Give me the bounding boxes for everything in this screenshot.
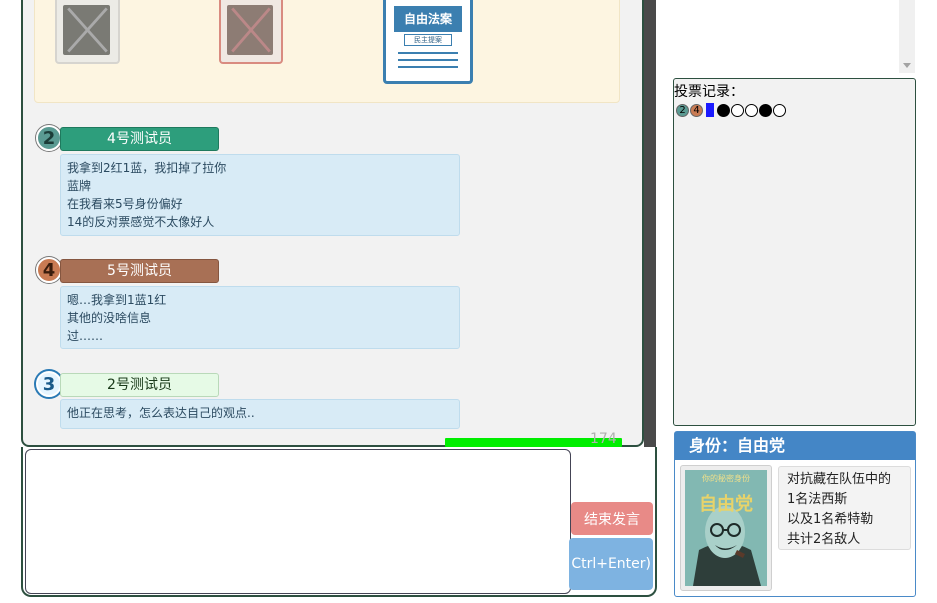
liberal-portrait-icon xyxy=(685,470,767,586)
seat-number-badge: 4 xyxy=(36,257,62,283)
vote-record-title: 投票记录： xyxy=(674,84,744,100)
speech-timer-label: 174 xyxy=(590,431,617,447)
speech-line: 14的反对票感觉不太像好人 xyxy=(67,215,215,229)
role-description: 对抗藏在队伍中的 1名法西斯 以及1名希特勒 共计2名敌人 xyxy=(778,466,911,550)
speech-bubble: 我拿到2红1蓝，我扣掉了拉你 蓝牌 在我看来5号身份偏好 14的反对票感觉不太像… xyxy=(60,154,460,236)
speaker-name: 5号测试员 xyxy=(60,259,219,283)
role-description-line: 共计2名敌人 xyxy=(787,532,861,547)
speaker-name: 2号测试员 xyxy=(60,373,219,397)
speech-line: 在我看来5号身份偏好 xyxy=(67,197,183,211)
cross-icon xyxy=(67,7,108,53)
vote-no-dot xyxy=(773,103,786,117)
input-panel: 结束发言 Ctrl+Enter) xyxy=(21,447,657,597)
speech-line: 过…… xyxy=(67,329,104,343)
game-panel: 自由法案 民主提案 2 4号测试员 我拿到2红1蓝，我扣掉了拉你 蓝牌 在我看来… xyxy=(21,0,644,447)
role-card-label: 自由党 xyxy=(699,494,753,515)
role-card: 你的秘密身份 自由党 xyxy=(680,465,772,591)
role-description-line: 对抗藏在队伍中的 xyxy=(787,472,892,487)
cross-icon xyxy=(231,7,271,53)
vote-no-dot xyxy=(745,103,758,117)
speech-bubble: 嗯…我拿到1蓝1红 其他的没啥信息 过…… xyxy=(60,286,460,349)
identity-panel: 身份：自由党 你的秘密身份 自由党 对抗藏在队伍中的 1名法西斯 以及1名希特勒… xyxy=(674,431,916,597)
policy-card-line xyxy=(398,52,458,54)
player-list-panel xyxy=(656,0,914,73)
policy-card-title: 自由法案 xyxy=(394,6,462,32)
chat-scrollbar[interactable] xyxy=(644,0,656,447)
policy-card-subtitle: 民主提案 xyxy=(404,34,452,46)
liberal-policy-card: 自由法案 民主提案 xyxy=(383,0,473,84)
fascist-policy-card-used xyxy=(55,0,120,64)
role-description-line: 以及1名希特勒 xyxy=(787,512,874,527)
speaker-name: 4号测试员 xyxy=(60,127,219,151)
policy-card-line xyxy=(398,59,458,61)
vote-seat-badge: 4 xyxy=(690,103,703,117)
end-speech-button[interactable]: 结束发言 xyxy=(571,502,653,535)
seat-number-badge: 3 xyxy=(36,371,62,397)
speech-input[interactable] xyxy=(25,449,571,594)
vote-no-dot xyxy=(731,103,744,117)
role-card-art: 你的秘密身份 自由党 xyxy=(685,470,767,586)
speech-line: 我拿到2红1蓝，我扣掉了拉你 xyxy=(67,161,227,175)
seat-number-badge: 2 xyxy=(36,125,62,151)
vote-record-panel: 投票记录： 2 4 xyxy=(673,78,916,426)
speech-line: 他正在思考，怎么表达自己的观点.. xyxy=(67,406,255,420)
vote-record-row: 2 4 xyxy=(676,102,786,118)
speech-line: 蓝牌 xyxy=(67,179,92,193)
policy-card-line xyxy=(398,66,458,68)
speech-bubble: 他正在思考，怎么表达自己的观点.. xyxy=(60,399,460,429)
speech-line: 嗯…我拿到1蓝1红 xyxy=(67,293,167,307)
role-description-line: 1名法西斯 xyxy=(787,492,848,507)
role-card-caption: 你的秘密身份 xyxy=(702,474,750,483)
vote-yes-dot xyxy=(717,103,730,117)
vote-marker xyxy=(706,103,714,117)
policy-area: 自由法案 民主提案 xyxy=(34,0,620,103)
identity-header: 身份：自由党 xyxy=(675,432,915,460)
vote-yes-dot xyxy=(759,103,772,117)
vote-seat-badge: 2 xyxy=(676,103,689,117)
send-button[interactable]: Ctrl+Enter) xyxy=(569,538,653,590)
scroll-down-arrow-icon[interactable] xyxy=(903,63,911,68)
liberal-policy-card-used xyxy=(219,0,283,64)
speech-line: 其他的没啥信息 xyxy=(67,311,152,325)
